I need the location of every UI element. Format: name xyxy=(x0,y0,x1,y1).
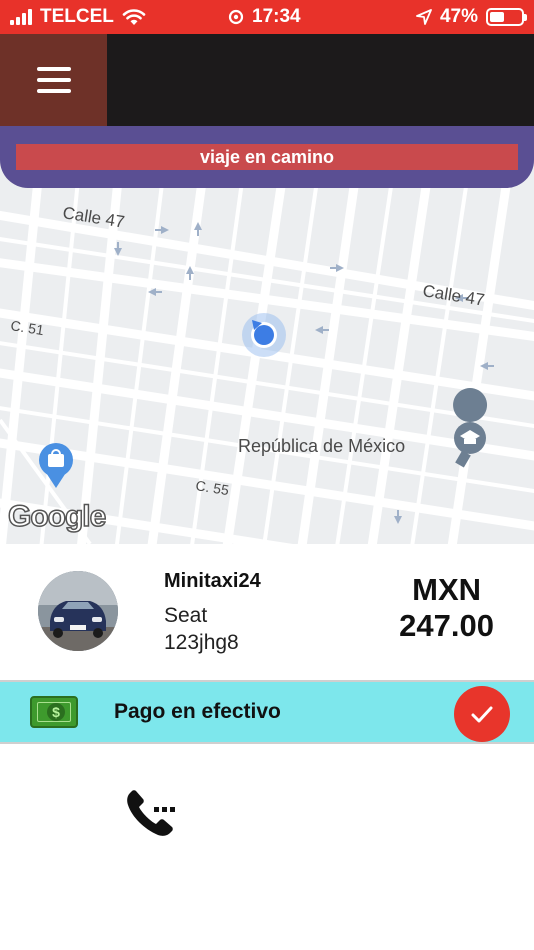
confirm-payment-button[interactable] xyxy=(454,686,510,742)
map-canvas[interactable]: Calle 47 Calle 47 C. 51 C. 55 República … xyxy=(0,160,534,544)
car-model: Seat xyxy=(164,604,208,627)
hamburger-menu-button[interactable] xyxy=(0,34,107,126)
carrier-name: TELCEL xyxy=(40,6,114,27)
alarm-icon xyxy=(228,9,244,25)
signal-icon xyxy=(10,9,32,25)
driver-name: Minitaxi24 xyxy=(164,570,261,592)
driver-card: Minitaxi24 Seat 123jhg8 MXN 247.00 xyxy=(0,544,534,680)
status-bar: TELCEL 17:34 47% xyxy=(0,0,534,34)
google-logo: Google xyxy=(7,499,107,534)
battery-percent: 47% xyxy=(439,6,478,27)
call-driver-button[interactable] xyxy=(122,787,178,843)
app-header xyxy=(0,34,534,126)
check-icon xyxy=(471,706,493,723)
driver-avatar xyxy=(38,571,118,651)
battery-icon xyxy=(486,8,527,26)
fare-display: MXN 247.00 xyxy=(399,572,494,644)
payment-method-label: Pago en efectivo xyxy=(114,700,281,723)
location-arrow-icon xyxy=(416,9,432,25)
phone-icon xyxy=(127,790,175,836)
payment-method-bar[interactable]: $ Pago en efectivo xyxy=(0,680,534,744)
trip-status-label: viaje en camino xyxy=(16,144,518,170)
clock-time: 17:34 xyxy=(252,6,301,27)
status-center: 17:34 xyxy=(228,6,301,28)
car-plate: 123jhg8 xyxy=(164,631,239,654)
fare-currency: MXN xyxy=(412,572,482,607)
cash-icon: $ xyxy=(30,696,78,728)
map-poi-label: República de México xyxy=(238,436,405,456)
wifi-icon xyxy=(122,9,146,25)
status-right: 47% xyxy=(416,6,527,28)
current-location-marker xyxy=(242,313,286,357)
map-view[interactable]: Calle 47 Calle 47 C. 51 C. 55 República … xyxy=(0,160,534,544)
trip-status-banner: viaje en camino xyxy=(0,126,534,188)
hamburger-menu-icon xyxy=(36,67,71,71)
fare-amount: 247.00 xyxy=(399,608,494,643)
status-left: TELCEL xyxy=(10,6,146,28)
